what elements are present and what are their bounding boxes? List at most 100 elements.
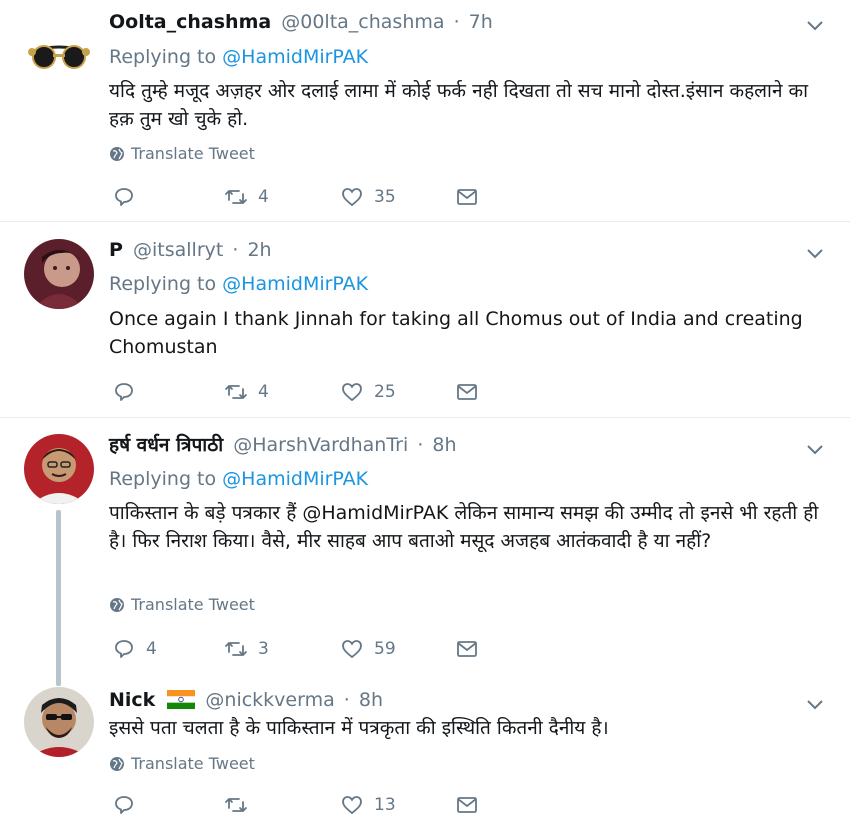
- like-count: 13: [374, 795, 396, 815]
- timestamp[interactable]: 7h: [469, 11, 493, 33]
- timestamp[interactable]: 8h: [432, 434, 456, 456]
- display-name[interactable]: Oolta_chashma: [109, 11, 271, 33]
- timestamp[interactable]: 2h: [247, 239, 271, 261]
- timestamp[interactable]: 8h: [359, 689, 383, 711]
- retweet-button[interactable]: 4: [224, 184, 269, 210]
- tweet-text: यदि तुम्हे मजूद अज़हर ओर दलाई लामा में क…: [109, 80, 809, 130]
- tweet-1[interactable]: Oolta_chashma @00lta_chashma · 7h Replyi…: [0, 0, 850, 221]
- replying-prefix: Replying to: [109, 273, 217, 295]
- display-name[interactable]: P: [109, 239, 123, 261]
- tweet-text: पाकिस्तान के बड़े पत्रकार हैं @HamidMirP…: [109, 502, 819, 552]
- replying-to: Replying to @HamidMirPAK: [109, 45, 368, 69]
- retweet-count: 4: [258, 187, 269, 207]
- separator: ·: [417, 434, 424, 456]
- avatar[interactable]: [24, 687, 94, 757]
- sunglasses-avatar-icon: [24, 12, 94, 82]
- tweet-header: Oolta_chashma @00lta_chashma · 7h: [109, 10, 493, 34]
- tweet-header: P @itsallryt · 2h: [109, 238, 272, 262]
- profile-photo-icon: [24, 687, 94, 757]
- like-count: 25: [374, 382, 396, 402]
- envelope-icon: [457, 189, 477, 205]
- retweet-button[interactable]: 4: [224, 379, 269, 405]
- reply-icon: [115, 640, 133, 658]
- chevron-down-icon[interactable]: [804, 693, 826, 715]
- like-button[interactable]: 59: [340, 636, 396, 662]
- replying-prefix: Replying to: [109, 468, 217, 490]
- like-button[interactable]: 25: [340, 379, 396, 405]
- tweet-text: Once again I thank Jinnah for taking all…: [109, 308, 803, 358]
- retweet-button[interactable]: 3: [224, 636, 269, 662]
- reply-button[interactable]: [112, 184, 146, 210]
- reply-button[interactable]: 4: [112, 636, 157, 662]
- tweet-text: इससे पता चलता है के पाकिस्तान में पत्रकृ…: [109, 717, 609, 739]
- translate-tweet-link[interactable]: Translate Tweet: [109, 595, 255, 615]
- separator: ·: [453, 11, 460, 33]
- avatar[interactable]: [24, 434, 94, 504]
- display-name[interactable]: Nick: [109, 689, 155, 711]
- chevron-down-icon[interactable]: [804, 242, 826, 264]
- avatar[interactable]: [24, 12, 94, 82]
- tweet-header: हर्ष वर्धन त्रिपाठी @HarshVardhanTri · 8…: [109, 433, 457, 457]
- user-handle[interactable]: @itsallryt: [133, 239, 223, 261]
- replying-to-mention[interactable]: @HamidMirPAK: [222, 468, 368, 490]
- translate-tweet-link[interactable]: Translate Tweet: [109, 754, 255, 774]
- reply-icon: [115, 188, 133, 206]
- retweet-icon: [225, 798, 247, 812]
- direct-message-button[interactable]: [455, 636, 479, 662]
- translate-tweet-link[interactable]: Translate Tweet: [109, 144, 255, 164]
- tweet-actions: 4 3 59: [112, 636, 492, 662]
- globe-icon: [110, 147, 124, 161]
- retweet-button[interactable]: [224, 792, 258, 818]
- reply-icon: [115, 796, 133, 814]
- tweet-2[interactable]: P @itsallryt · 2h Replying to @HamidMirP…: [0, 222, 850, 417]
- like-button[interactable]: 13: [340, 792, 396, 818]
- separator: ·: [343, 689, 350, 711]
- chevron-down-icon[interactable]: [804, 14, 826, 36]
- direct-message-button[interactable]: [455, 184, 479, 210]
- tweet-header: Nick @nickkverma · 8h: [109, 688, 383, 712]
- india-flag-icon: [167, 690, 196, 709]
- retweet-icon: [225, 642, 247, 656]
- direct-message-button[interactable]: [455, 792, 479, 818]
- retweet-icon: [225, 190, 247, 204]
- translate-label: Translate Tweet: [131, 754, 255, 773]
- profile-photo-icon: [24, 239, 94, 309]
- user-handle[interactable]: @HarshVardhanTri: [233, 434, 408, 456]
- globe-icon: [110, 757, 124, 771]
- replying-prefix: Replying to: [109, 46, 217, 68]
- chevron-down-icon[interactable]: [804, 438, 826, 460]
- replying-to-mention[interactable]: @HamidMirPAK: [222, 46, 368, 68]
- heart-icon: [342, 796, 362, 815]
- like-count: 59: [374, 639, 396, 659]
- translate-label: Translate Tweet: [131, 144, 255, 163]
- retweet-icon: [225, 385, 247, 399]
- like-count: 35: [374, 187, 396, 207]
- replying-to: Replying to @HamidMirPAK: [109, 272, 368, 296]
- heart-icon: [342, 383, 362, 402]
- tweet-3[interactable]: हर्ष वर्धन त्रिपाठी @HarshVardhanTri · 8…: [0, 418, 850, 680]
- user-handle[interactable]: @nickkverma: [205, 689, 334, 711]
- direct-message-button[interactable]: [455, 379, 479, 405]
- reply-count: 4: [146, 639, 157, 659]
- heart-icon: [342, 640, 362, 659]
- reply-button[interactable]: [112, 792, 146, 818]
- tweet-actions: 4 25: [112, 379, 492, 405]
- like-button[interactable]: 35: [340, 184, 396, 210]
- replying-to-mention[interactable]: @HamidMirPAK: [222, 273, 368, 295]
- display-name[interactable]: हर्ष वर्धन त्रिपाठी: [109, 434, 223, 456]
- translate-label: Translate Tweet: [131, 595, 255, 614]
- retweet-count: 4: [258, 382, 269, 402]
- envelope-icon: [457, 797, 477, 813]
- user-handle[interactable]: @00lta_chashma: [281, 11, 444, 33]
- profile-photo-icon: [24, 434, 94, 504]
- tweet-actions: 13: [112, 792, 492, 818]
- reply-icon: [115, 383, 133, 401]
- envelope-icon: [457, 384, 477, 400]
- heart-icon: [342, 188, 362, 207]
- globe-icon: [110, 598, 124, 612]
- avatar[interactable]: [24, 239, 94, 309]
- retweet-count: 3: [258, 639, 269, 659]
- envelope-icon: [457, 641, 477, 657]
- tweet-4[interactable]: Nick @nickkverma · 8h इससे पता चलता है क…: [0, 680, 850, 826]
- reply-button[interactable]: [112, 379, 146, 405]
